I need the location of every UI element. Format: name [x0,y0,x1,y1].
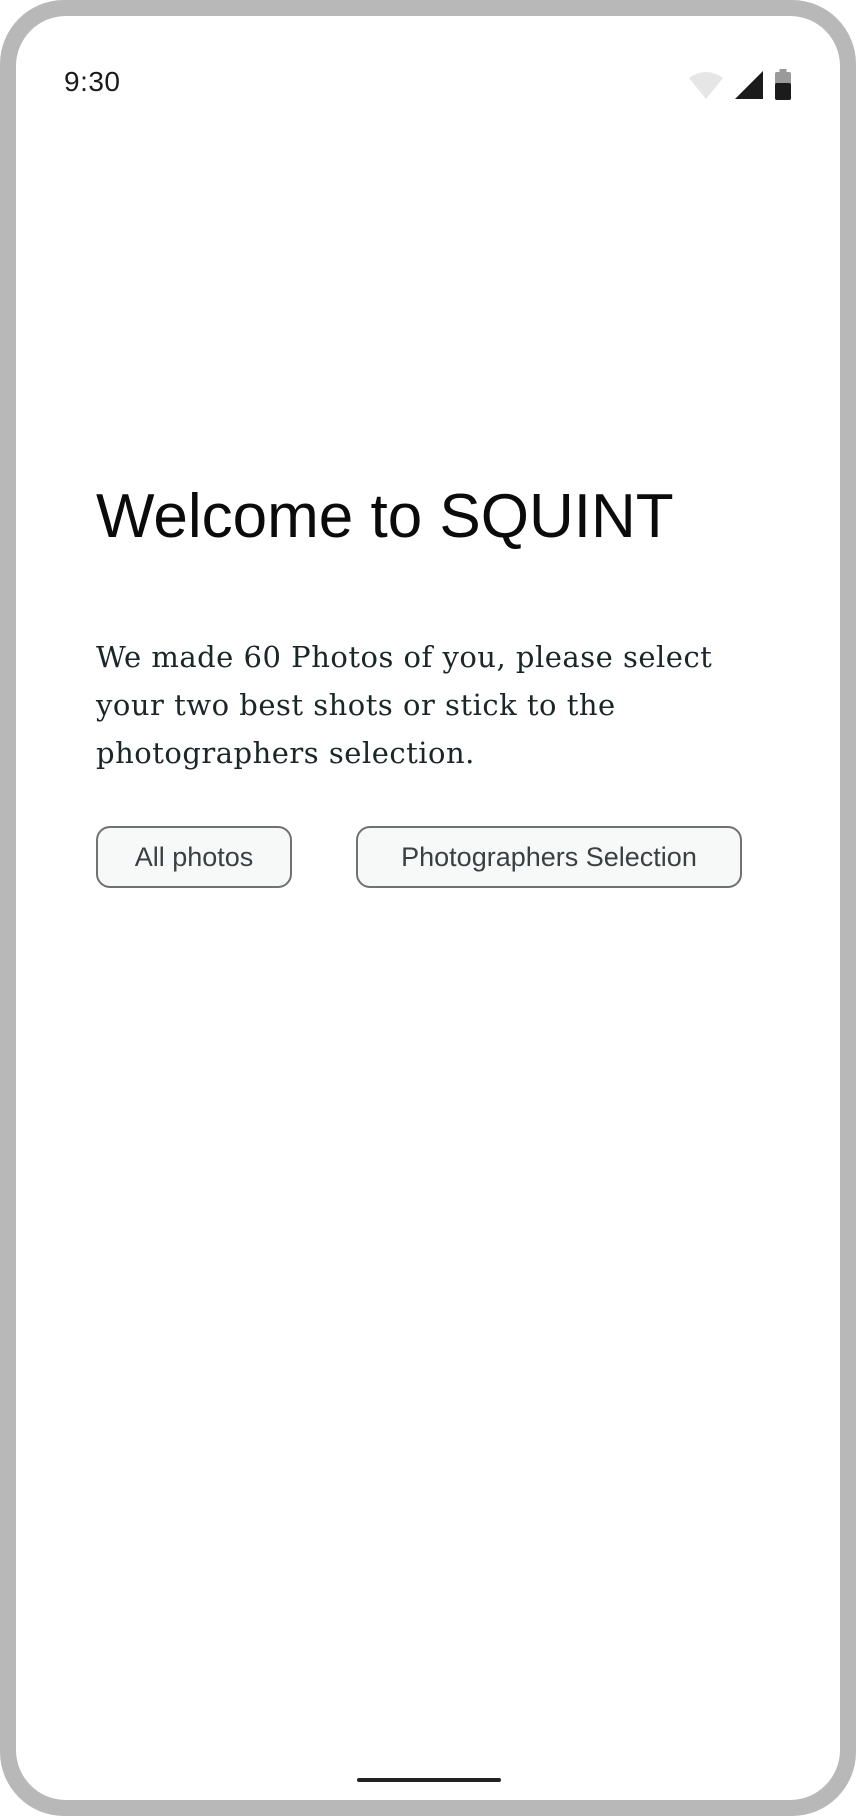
battery-icon [774,69,792,101]
photographers-selection-button[interactable]: Photographers Selection [356,826,742,888]
cellular-signal-icon [734,70,764,100]
home-indicator[interactable] [357,1778,501,1782]
all-photos-button[interactable]: All photos [96,826,292,888]
status-icons [688,68,792,102]
welcome-description: We made 60 Photos of you, please select … [96,640,713,770]
status-time: 9:30 [64,66,121,97]
device-frame: 9:30 Welcome to SQUINT We made 60 Photos… [0,0,856,1816]
screen: 9:30 Welcome to SQUINT We made 60 Photos… [16,16,840,1800]
page-title: Welcome to SQUINT [96,482,674,551]
wifi-icon [688,70,724,100]
